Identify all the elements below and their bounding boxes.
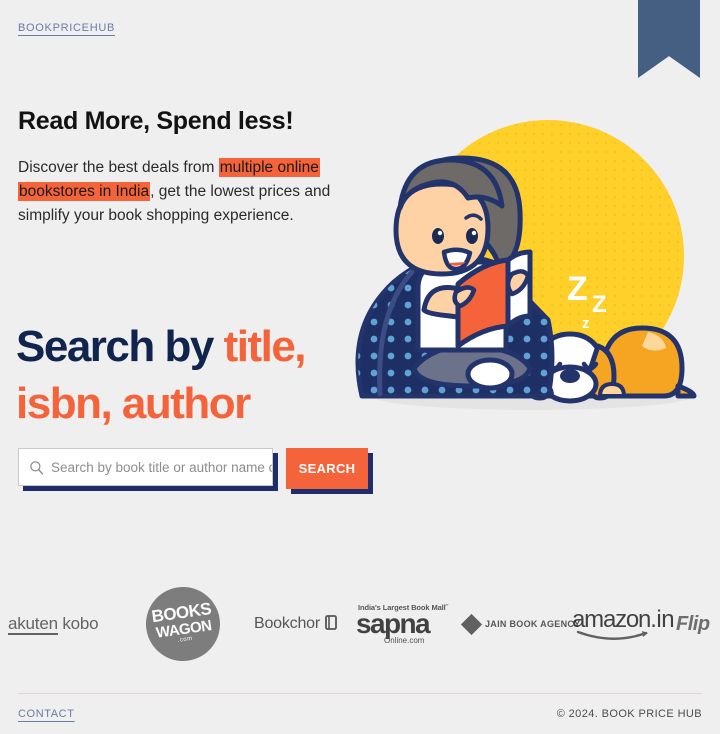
site-header: BOOKPRICEHUB bbox=[18, 18, 115, 36]
partner-logo-bookchor: Bookchor bbox=[254, 586, 338, 662]
partner-logo-rakuten-kobo: akuten kobo bbox=[8, 586, 99, 662]
bookswagon-line3: .com bbox=[177, 635, 194, 644]
search-icon bbox=[30, 460, 44, 475]
amazon-domain: .in bbox=[650, 606, 675, 633]
search-button[interactable]: SEARCH bbox=[286, 448, 368, 489]
hero-text-column: Read More, Spend less! Discover the best… bbox=[18, 106, 368, 228]
amazon-wordmark: amazon bbox=[572, 606, 651, 633]
search-button-wrapper: SEARCH bbox=[286, 448, 373, 494]
search-input-box[interactable] bbox=[18, 448, 273, 486]
partner-logo-jain-book-agency: JAIN BOOK AGENCY bbox=[460, 586, 581, 662]
jain-text: JAIN BOOK AGENCY bbox=[485, 619, 581, 629]
bookmark-ribbon-icon bbox=[638, 0, 700, 78]
svg-text:z: z bbox=[582, 315, 590, 332]
book-icon bbox=[325, 614, 338, 634]
jain-diamond-icon bbox=[460, 613, 483, 635]
site-footer: CONTACT © 2024. BOOK PRICE HUB bbox=[18, 693, 702, 720]
site-logo[interactable]: BOOKPRICEHUB bbox=[18, 22, 115, 34]
amazon-smile-icon bbox=[576, 630, 648, 640]
svg-text:Z: Z bbox=[567, 270, 588, 308]
sapna-domain: Online.com bbox=[384, 636, 425, 646]
footer-contact-link[interactable]: CONTACT bbox=[18, 708, 75, 720]
svg-text:Z: Z bbox=[592, 291, 607, 318]
partner-kobo-text: kobo bbox=[57, 614, 99, 633]
page-title: Read More, Spend less! bbox=[18, 107, 294, 135]
partner-rakuten-text: akuten bbox=[8, 614, 58, 635]
hero-description: Discover the best deals from multiple on… bbox=[18, 156, 358, 228]
partner-logo-flipkart: Flip bbox=[676, 586, 710, 662]
search-headline-prefix: Search by bbox=[16, 322, 224, 371]
flipkart-wordmark: Flip bbox=[676, 612, 710, 635]
partner-logo-bookswagon: BOOKS WAGON .com bbox=[141, 582, 225, 666]
partner-logo-amazon-in: amazon.in bbox=[572, 586, 675, 662]
sapna-wordmark: sapna bbox=[356, 607, 431, 639]
footer-copyright: © 2024. BOOK PRICE HUB bbox=[556, 708, 702, 720]
girl-reading-book-with-sleeping-dog-illustration: Z Z z bbox=[355, 120, 697, 410]
search-bar: SEARCH bbox=[18, 448, 373, 494]
search-input-wrapper bbox=[18, 448, 278, 491]
search-headline: Search by title, isbn, author bbox=[16, 318, 376, 432]
bookchor-text: Bookchor bbox=[254, 615, 320, 632]
bookchor-book-icon bbox=[325, 614, 337, 630]
hero-description-part1: Discover the best deals from bbox=[18, 159, 219, 176]
search-input[interactable] bbox=[51, 449, 272, 485]
hero-illustration: Z Z z bbox=[352, 96, 720, 444]
partner-logo-sapna-online: India's Largest Book Mall˝ sapna Online.… bbox=[356, 586, 448, 662]
partner-logos-strip: akuten kobo BOOKS WAGON .com Bookchor In… bbox=[0, 582, 720, 666]
